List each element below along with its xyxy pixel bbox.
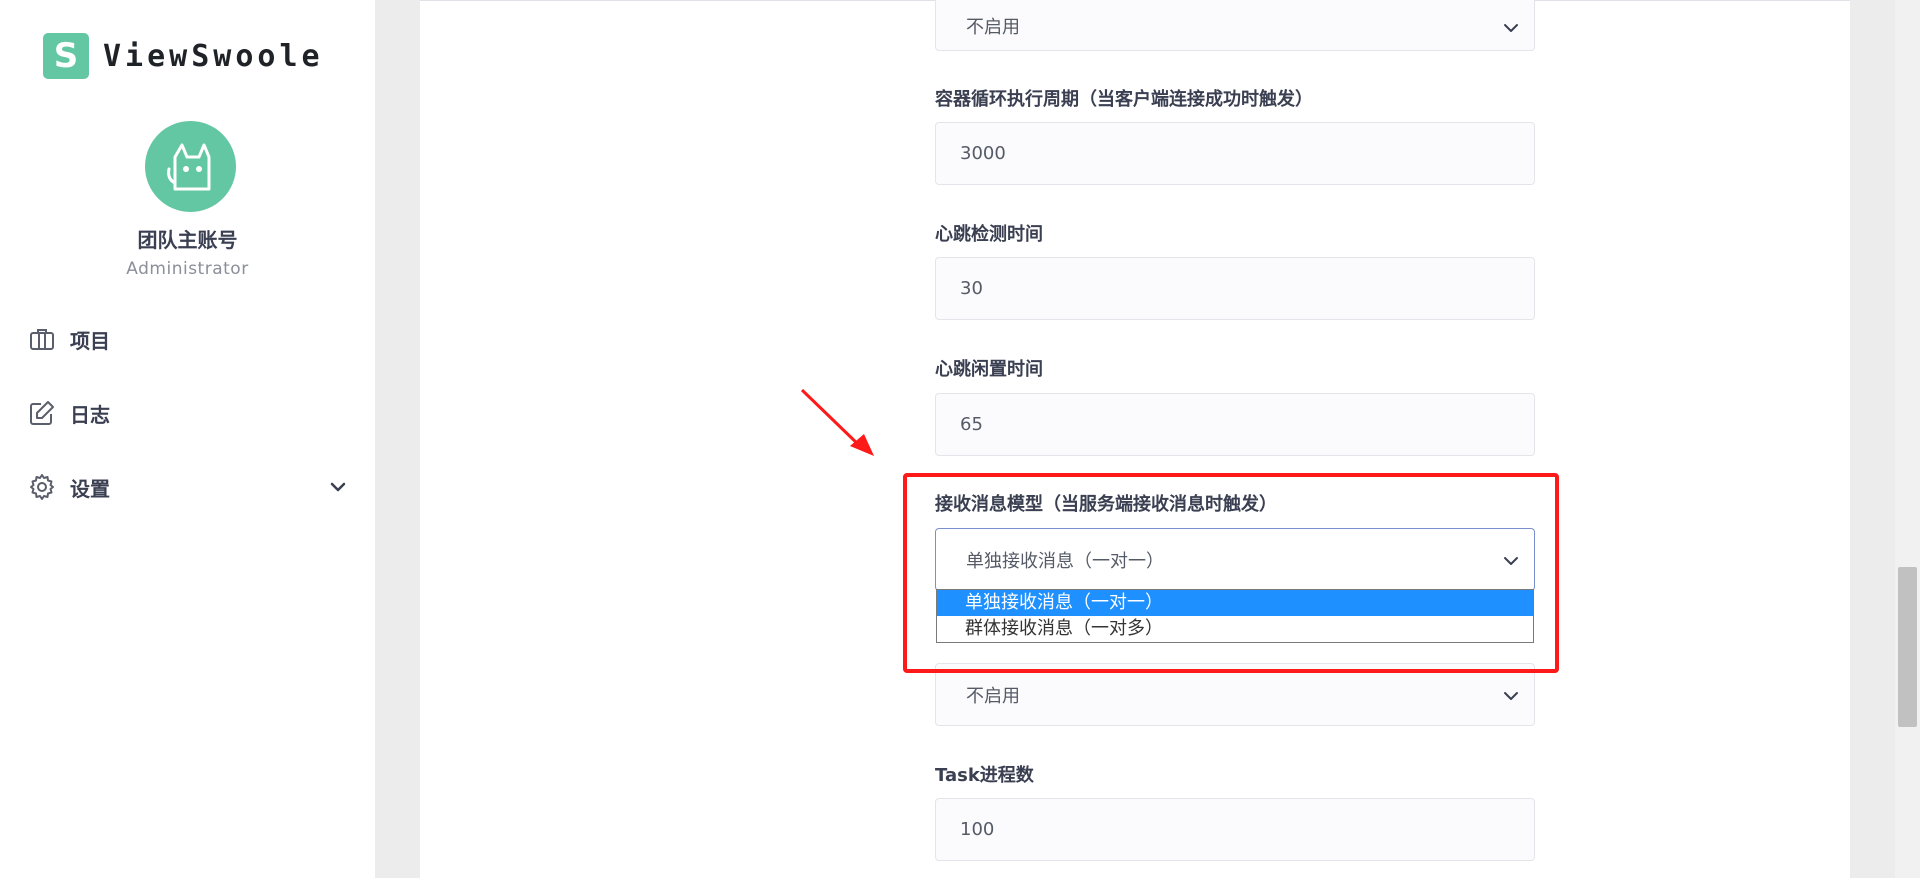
brand-name: ViewSwoole xyxy=(103,38,324,74)
chevron-down-icon xyxy=(1504,24,1518,32)
receive-model-value: 单独接收消息（一对一） xyxy=(966,550,1164,572)
heartbeat-check-input[interactable]: 30 xyxy=(935,257,1535,320)
sidebar-item-label: 日志 xyxy=(70,402,110,427)
task-workers-input[interactable]: 100 xyxy=(935,798,1535,861)
dropdown-option[interactable]: 群体接收消息（一对多） xyxy=(937,616,1533,642)
chevron-down-icon xyxy=(1504,692,1518,700)
top-select-value: 不启用 xyxy=(966,16,1020,38)
cat-avatar-icon xyxy=(167,143,211,191)
annotation-arrow-icon xyxy=(800,388,874,456)
receive-model-label: 接收消息模型（当服务端接收消息时触发） xyxy=(935,494,1277,515)
user-name: 团队主账号 xyxy=(137,228,238,252)
sidebar: S ViewSwoole 团队主账号 Administrator 项目 日志 设… xyxy=(0,0,375,878)
brand-logo[interactable]: S ViewSwoole xyxy=(43,33,324,79)
chevron-down-icon xyxy=(1504,557,1518,565)
sidebar-item-label: 项目 xyxy=(70,328,110,353)
chevron-down-icon[interactable] xyxy=(328,477,348,497)
briefcase-icon xyxy=(30,329,54,350)
container-cycle-input[interactable]: 3000 xyxy=(935,122,1535,185)
sidebar-item-settings[interactable]: 设置 xyxy=(28,467,348,507)
top-select[interactable]: 不启用 xyxy=(935,0,1535,51)
heartbeat-idle-label: 心跳闲置时间 xyxy=(935,359,1043,380)
heartbeat-check-label: 心跳检测时间 xyxy=(935,224,1043,245)
receive-model-select[interactable]: 单独接收消息（一对一） xyxy=(935,528,1535,591)
sidebar-item-label: 设置 xyxy=(70,476,110,501)
logo-mark-icon: S xyxy=(43,33,89,79)
container-cycle-label: 容器循环执行周期（当客户端连接成功时触发） xyxy=(935,89,1313,110)
sidebar-item-logs[interactable]: 日志 xyxy=(28,393,348,433)
hidden-select[interactable]: 不启用 xyxy=(935,663,1535,726)
edit-icon xyxy=(30,401,54,425)
heartbeat-idle-input[interactable]: 65 xyxy=(935,393,1535,456)
user-role: Administrator xyxy=(126,259,249,279)
gear-icon xyxy=(30,474,54,500)
dropdown-option[interactable]: 单独接收消息（一对一） xyxy=(937,590,1533,616)
sidebar-item-projects[interactable]: 项目 xyxy=(28,319,348,359)
scrollbar-thumb[interactable] xyxy=(1898,567,1917,727)
task-workers-label: Task进程数 xyxy=(935,765,1034,786)
receive-model-options: 单独接收消息（一对一） 群体接收消息（一对多） xyxy=(936,589,1534,643)
hidden-select-value: 不启用 xyxy=(966,685,1020,707)
avatar[interactable] xyxy=(145,121,236,212)
scrollbar-track[interactable] xyxy=(1895,0,1920,878)
